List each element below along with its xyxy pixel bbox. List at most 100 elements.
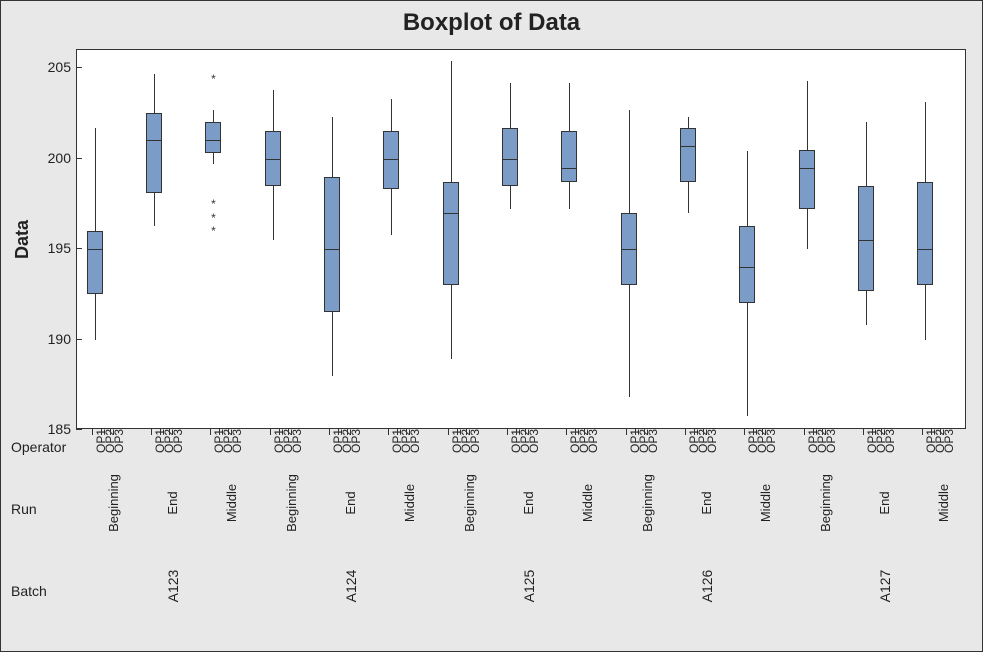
y-axis-label: Data	[11, 49, 33, 429]
y-tick-mark	[76, 248, 82, 249]
operator-tick-label: OP3	[230, 429, 244, 453]
x-tick-mark	[685, 429, 686, 435]
plot-area: ****	[76, 49, 966, 429]
operator-tick-label: OP3	[527, 429, 541, 453]
run-tick-label: Beginning	[640, 474, 655, 532]
x-tick-mark	[744, 429, 745, 435]
run-tick-label: Middle	[580, 484, 595, 522]
median-line	[621, 249, 637, 250]
chart-frame: Boxplot of Data Data 185190195200205 ***…	[0, 0, 983, 652]
y-tick-mark	[76, 339, 82, 340]
run-tick-label: Middle	[224, 484, 239, 522]
batch-row-label: Batch	[11, 583, 47, 599]
median-line	[87, 249, 103, 250]
median-line	[265, 159, 281, 160]
y-tick-mark	[76, 158, 82, 159]
x-tick-mark	[288, 429, 289, 435]
batch-tick-label: A126	[699, 570, 715, 603]
operator-tick-label: OP3	[764, 429, 778, 453]
box	[87, 231, 103, 294]
batch-tick-label: A127	[877, 570, 893, 603]
x-tick-mark	[931, 429, 932, 435]
x-tick-mark	[762, 429, 763, 435]
run-row-label: Run	[11, 501, 37, 517]
x-tick-mark	[694, 429, 695, 435]
outlier-point: *	[211, 225, 216, 237]
x-tick-mark	[584, 429, 585, 435]
y-tick-label: 200	[48, 150, 71, 166]
x-tick-mark	[922, 429, 923, 435]
operator-row-label: Operator	[11, 439, 66, 455]
median-line	[383, 159, 399, 160]
operator-tick-label: OP3	[586, 429, 600, 453]
median-line	[324, 249, 340, 250]
median-line	[502, 159, 518, 160]
run-tick-label: Beginning	[818, 474, 833, 532]
box	[383, 131, 399, 189]
run-tick-label: End	[877, 491, 892, 514]
outlier-point: *	[211, 212, 216, 224]
x-tick-mark	[110, 429, 111, 435]
x-tick-mark	[525, 429, 526, 435]
run-tick-label: Beginning	[462, 474, 477, 532]
run-tick-label: End	[343, 491, 358, 514]
x-tick-mark	[388, 429, 389, 435]
operator-tick-label: OP3	[290, 429, 304, 453]
x-tick-mark	[863, 429, 864, 435]
x-tick-mark	[804, 429, 805, 435]
median-line	[205, 140, 221, 141]
operator-tick-label: OP3	[349, 429, 363, 453]
operator-tick-label: OP3	[824, 429, 838, 453]
x-tick-mark	[219, 429, 220, 435]
x-tick-mark	[338, 429, 339, 435]
box	[205, 122, 221, 153]
operator-tick-label: OP3	[942, 429, 956, 453]
box	[324, 177, 340, 313]
x-tick-mark	[169, 429, 170, 435]
box	[502, 128, 518, 186]
x-tick-mark	[448, 429, 449, 435]
run-tick-label: Middle	[402, 484, 417, 522]
x-tick-mark	[516, 429, 517, 435]
x-tick-mark	[151, 429, 152, 435]
y-axis-ticks: 185190195200205	[37, 49, 73, 429]
operator-tick-label: OP3	[883, 429, 897, 453]
x-tick-mark	[397, 429, 398, 435]
x-tick-mark	[270, 429, 271, 435]
y-tick-label: 205	[48, 59, 71, 75]
outlier-point: *	[211, 198, 216, 210]
x-tick-mark	[575, 429, 576, 435]
x-tick-mark	[160, 429, 161, 435]
x-tick-mark	[940, 429, 941, 435]
operator-tick-label: OP3	[705, 429, 719, 453]
y-tick-mark	[76, 67, 82, 68]
x-tick-mark	[872, 429, 873, 435]
x-tick-mark	[822, 429, 823, 435]
median-line	[680, 146, 696, 147]
x-tick-mark	[406, 429, 407, 435]
x-tick-mark	[466, 429, 467, 435]
x-tick-mark	[101, 429, 102, 435]
box	[799, 150, 815, 210]
run-tick-label: End	[165, 491, 180, 514]
x-tick-mark	[507, 429, 508, 435]
x-tick-mark	[457, 429, 458, 435]
box	[680, 128, 696, 182]
median-line	[917, 249, 933, 250]
median-line	[739, 267, 755, 268]
x-tick-mark	[626, 429, 627, 435]
median-line	[443, 213, 459, 214]
run-tick-label: End	[699, 491, 714, 514]
x-tick-mark	[279, 429, 280, 435]
y-tick-label: 190	[48, 331, 71, 347]
box	[858, 186, 874, 291]
operator-tick-label: OP3	[171, 429, 185, 453]
median-line	[146, 140, 162, 141]
x-tick-mark	[881, 429, 882, 435]
run-tick-label: Beginning	[106, 474, 121, 532]
x-tick-mark	[228, 429, 229, 435]
median-line	[799, 168, 815, 169]
chart-title: Boxplot of Data	[1, 9, 982, 37]
x-tick-mark	[347, 429, 348, 435]
operator-tick-label: OP3	[646, 429, 660, 453]
